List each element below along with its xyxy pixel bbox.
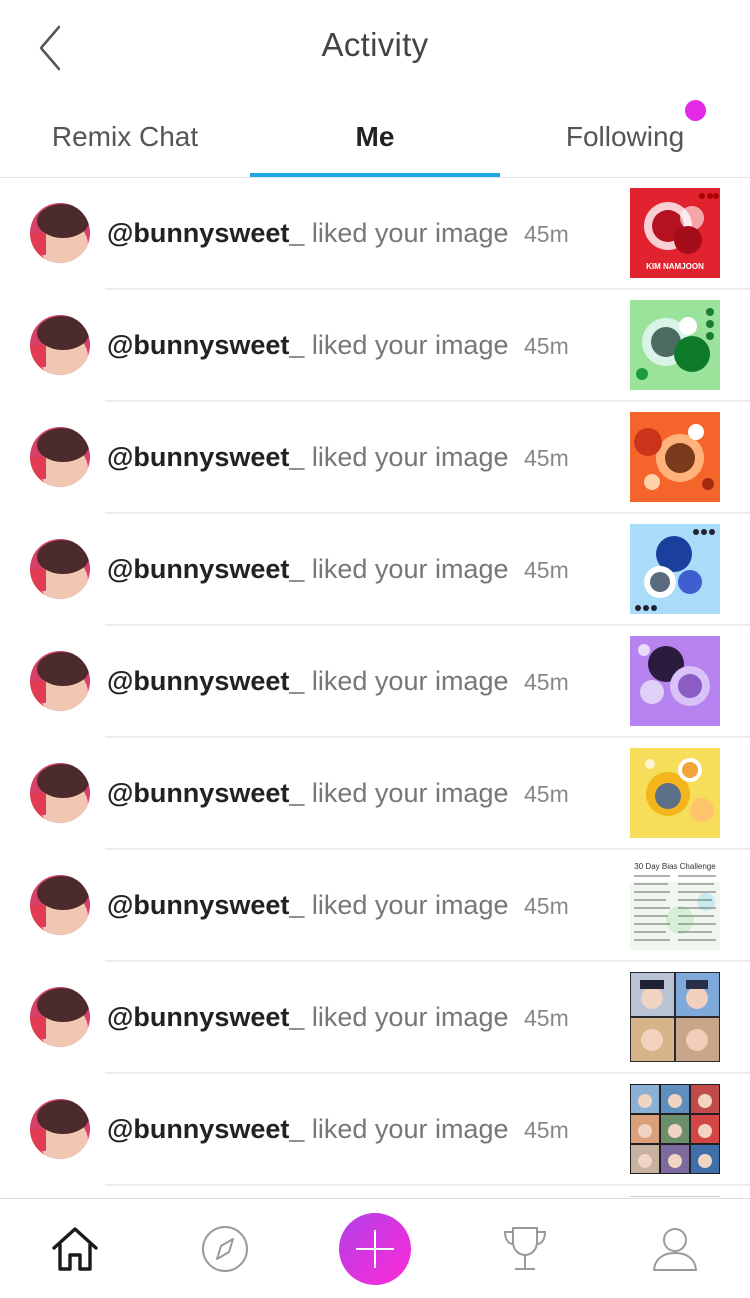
trophy-icon bbox=[503, 1226, 547, 1270]
image-thumbnail[interactable] bbox=[630, 748, 720, 838]
activity-row[interactable]: @bunnysweet_ liked your image 45m bbox=[0, 290, 750, 402]
plus-icon bbox=[356, 1229, 394, 1268]
compass-icon bbox=[202, 1225, 248, 1272]
timestamp: 45m bbox=[524, 1117, 569, 1143]
username-link[interactable]: @bunnysweet_ bbox=[107, 1002, 304, 1032]
image-thumbnail[interactable]: KIM NAMJOON bbox=[630, 188, 720, 278]
image-thumbnail[interactable] bbox=[630, 524, 720, 614]
activity-row[interactable]: @bunnysweet_ liked your image 45m bbox=[0, 1074, 750, 1186]
avatar[interactable] bbox=[30, 1099, 90, 1159]
nav-challenges[interactable] bbox=[475, 1199, 575, 1298]
image-thumbnail[interactable] bbox=[630, 972, 720, 1062]
timestamp: 45m bbox=[524, 893, 569, 919]
username-link[interactable]: @bunnysweet_ bbox=[107, 554, 304, 584]
create-button[interactable] bbox=[325, 1199, 425, 1298]
activity-text: @bunnysweet_ liked your image 45m bbox=[107, 664, 569, 699]
header: Activity bbox=[0, 0, 750, 96]
activity-action: liked your image bbox=[311, 1114, 509, 1144]
avatar[interactable] bbox=[30, 539, 90, 599]
timestamp: 45m bbox=[524, 781, 569, 807]
activity-action: liked your image bbox=[311, 554, 509, 584]
profile-icon bbox=[653, 1227, 697, 1271]
activity-row[interactable]: @bunnysweet_ liked your image 45m bbox=[0, 962, 750, 1074]
username-link[interactable]: @bunnysweet_ bbox=[107, 1114, 304, 1144]
activity-action: liked your image bbox=[311, 778, 509, 808]
activity-row[interactable]: @bunnysweet_ liked your image 45m bbox=[0, 738, 750, 850]
activity-action: liked your image bbox=[311, 890, 509, 920]
activity-text: @bunnysweet_ liked your image 45m bbox=[107, 776, 569, 811]
image-thumbnail[interactable]: 30 Day Bias Challenge bbox=[630, 860, 720, 950]
avatar[interactable] bbox=[30, 427, 90, 487]
tab-remix-chat[interactable]: Remix Chat bbox=[0, 96, 250, 178]
activity-text: @bunnysweet_ liked your image 45m bbox=[107, 552, 569, 587]
active-tab-indicator bbox=[250, 173, 500, 177]
activity-text: @bunnysweet_ liked your image 45m bbox=[107, 888, 569, 923]
tab-following[interactable]: Following bbox=[500, 96, 750, 178]
timestamp: 45m bbox=[524, 1005, 569, 1031]
activity-action: liked your image bbox=[311, 666, 509, 696]
timestamp: 45m bbox=[524, 221, 569, 247]
activity-row[interactable]: @bunnysweet_ liked your image 45m bbox=[0, 514, 750, 626]
activity-text: @bunnysweet_ liked your image 45m bbox=[107, 328, 569, 363]
nav-profile[interactable] bbox=[625, 1199, 725, 1298]
home-icon bbox=[52, 1226, 98, 1271]
activity-row[interactable]: @bunnysweet_ liked your image 45m 30 Day… bbox=[0, 850, 750, 962]
username-link[interactable]: @bunnysweet_ bbox=[107, 890, 304, 920]
image-thumbnail[interactable] bbox=[630, 412, 720, 502]
avatar[interactable] bbox=[30, 315, 90, 375]
activity-row[interactable]: @bunnysweet_ liked your image 45m KIM NA… bbox=[0, 178, 750, 290]
activity-row[interactable]: @bunnysweet_ liked your image 45m bbox=[0, 626, 750, 738]
username-link[interactable]: @bunnysweet_ bbox=[107, 778, 304, 808]
notification-dot bbox=[685, 100, 706, 121]
username-link[interactable]: @bunnysweet_ bbox=[107, 442, 304, 472]
username-link[interactable]: @bunnysweet_ bbox=[107, 330, 304, 360]
image-thumbnail[interactable] bbox=[630, 1084, 720, 1174]
activity-text: @bunnysweet_ liked your image 45m bbox=[107, 1112, 569, 1147]
activity-list: @bunnysweet_ liked your image 45m KIM NA… bbox=[0, 178, 750, 1198]
tab-me[interactable]: Me bbox=[250, 96, 500, 178]
thumbnail-caption: 30 Day Bias Challenge bbox=[634, 862, 716, 871]
avatar[interactable] bbox=[30, 875, 90, 935]
nav-discover[interactable] bbox=[175, 1199, 275, 1298]
activity-action: liked your image bbox=[311, 330, 509, 360]
avatar[interactable] bbox=[30, 651, 90, 711]
avatar[interactable] bbox=[30, 763, 90, 823]
timestamp: 45m bbox=[524, 557, 569, 583]
nav-home[interactable] bbox=[25, 1199, 125, 1298]
activity-text: @bunnysweet_ liked your image 45m bbox=[107, 216, 569, 251]
image-thumbnail[interactable] bbox=[630, 636, 720, 726]
activity-action: liked your image bbox=[311, 218, 509, 248]
activity-action: liked your image bbox=[311, 1002, 509, 1032]
avatar[interactable] bbox=[30, 987, 90, 1047]
activity-text: @bunnysweet_ liked your image 45m bbox=[107, 1000, 569, 1035]
timestamp: 45m bbox=[524, 333, 569, 359]
username-link[interactable]: @bunnysweet_ bbox=[107, 218, 304, 248]
activity-text: @bunnysweet_ liked your image 45m bbox=[107, 440, 569, 475]
timestamp: 45m bbox=[524, 445, 569, 471]
avatar[interactable] bbox=[30, 203, 90, 263]
bottom-nav bbox=[0, 1198, 750, 1297]
username-link[interactable]: @bunnysweet_ bbox=[107, 666, 304, 696]
thumbnail-caption: KIM NAMJOON bbox=[646, 262, 704, 271]
activity-row[interactable]: @bunnysweet_ liked your image 45m bbox=[0, 402, 750, 514]
activity-action: liked your image bbox=[311, 442, 509, 472]
timestamp: 45m bbox=[524, 669, 569, 695]
tab-bar: Remix Chat Me Following bbox=[0, 96, 750, 178]
image-thumbnail[interactable] bbox=[630, 300, 720, 390]
activity-row[interactable] bbox=[0, 1186, 750, 1198]
page-title: Activity bbox=[321, 26, 429, 63]
